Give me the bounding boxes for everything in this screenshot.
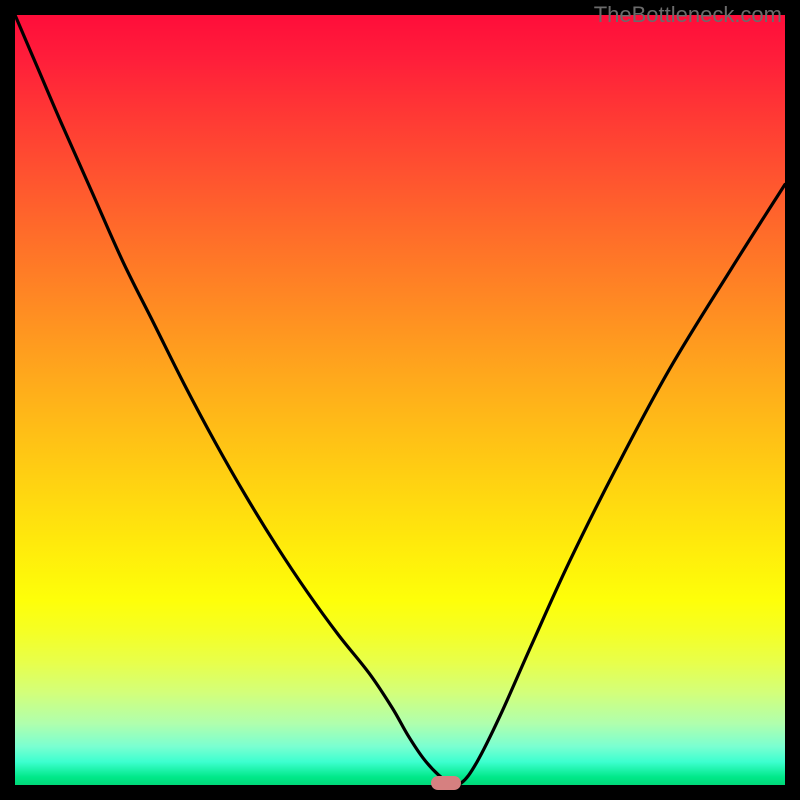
curve-svg	[15, 15, 785, 785]
chart-container: TheBottleneck.com	[0, 0, 800, 800]
minimum-marker	[431, 776, 461, 790]
bottleneck-curve	[15, 15, 785, 785]
watermark-text: TheBottleneck.com	[594, 2, 782, 28]
